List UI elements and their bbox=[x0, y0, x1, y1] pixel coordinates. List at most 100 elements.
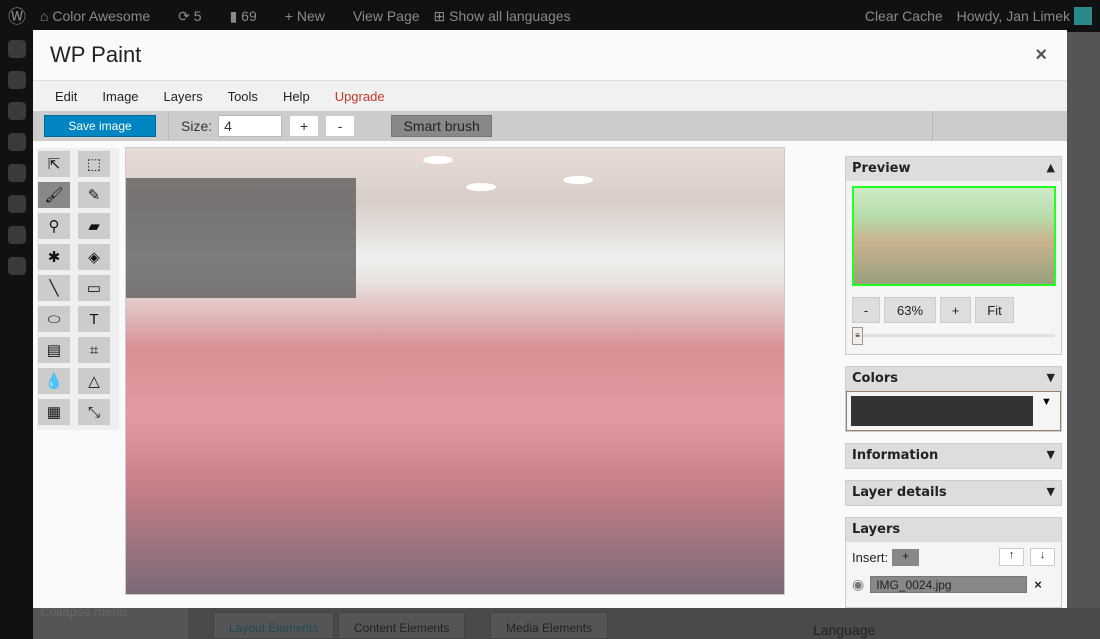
zoom-in-button[interactable]: + bbox=[940, 297, 971, 323]
menu-icon[interactable] bbox=[8, 164, 26, 182]
expand-down-icon: ▼ bbox=[1046, 371, 1055, 384]
clone-tool-icon[interactable]: ▦ bbox=[38, 399, 70, 425]
wordpress-logo-icon[interactable]: Ⓦ bbox=[8, 3, 26, 29]
colors-title: Colors bbox=[852, 371, 899, 386]
zoom-level[interactable]: 63% bbox=[884, 297, 936, 323]
tab-content-elements[interactable]: Content Elements bbox=[338, 612, 466, 639]
menu-bar: Edit Image Layers Tools Help Upgrade bbox=[33, 80, 1067, 111]
crop-tool-icon[interactable]: ⌗ bbox=[78, 337, 110, 363]
avatar[interactable] bbox=[1074, 7, 1092, 25]
information-box: Information ▼ bbox=[845, 443, 1062, 469]
close-icon[interactable]: × bbox=[1035, 44, 1047, 67]
layer-item[interactable]: IMG_0024.jpg bbox=[870, 576, 1028, 593]
slider-track bbox=[852, 334, 1055, 337]
save-image-button[interactable]: Save image bbox=[44, 115, 156, 137]
divider bbox=[168, 111, 169, 141]
fill-tool-icon[interactable]: ◈ bbox=[78, 244, 110, 270]
preview-title: Preview bbox=[852, 161, 911, 176]
menu-layers[interactable]: Layers bbox=[164, 89, 203, 104]
zoom-slider[interactable]: ≡ bbox=[852, 326, 1055, 346]
blur-tool-icon[interactable]: 💧 bbox=[38, 368, 70, 394]
menu-icon[interactable] bbox=[8, 226, 26, 244]
delete-layer-icon[interactable]: × bbox=[1034, 577, 1042, 592]
eye-icon[interactable]: ◉ bbox=[852, 576, 864, 593]
color-swatch[interactable] bbox=[851, 396, 1033, 426]
tab-layout-elements[interactable]: Layout Elements bbox=[213, 612, 335, 639]
menu-icon[interactable] bbox=[8, 133, 26, 151]
rectangle-tool-icon[interactable]: ▭ bbox=[78, 275, 110, 301]
menu-icon[interactable] bbox=[8, 102, 26, 120]
size-increase-button[interactable]: + bbox=[289, 115, 320, 137]
image-canvas[interactable] bbox=[125, 147, 785, 595]
size-input[interactable]: 4 bbox=[218, 115, 283, 137]
menu-icon[interactable] bbox=[8, 71, 26, 89]
text-tool-icon[interactable]: T bbox=[78, 306, 110, 332]
color-dropdown-icon[interactable]: ▼ bbox=[1041, 396, 1052, 426]
insert-layer-button[interactable]: + bbox=[892, 548, 920, 566]
language-label: Language bbox=[813, 622, 876, 638]
brush-tool-icon[interactable]: 🖌 bbox=[38, 182, 70, 208]
layer-details-header[interactable]: Layer details ▼ bbox=[846, 481, 1061, 505]
insert-label: Insert: bbox=[852, 549, 889, 565]
menu-help[interactable]: Help bbox=[283, 89, 310, 104]
layers-title: Layers bbox=[852, 522, 901, 537]
view-page-link[interactable]: View Page bbox=[353, 8, 420, 24]
colors-header[interactable]: Colors ▼ bbox=[846, 367, 1061, 391]
collapse-up-icon: ▲ bbox=[1046, 161, 1055, 174]
layers-box: Layers Insert: + ↑ ↓ ◉ IMG_0024.jpg × bbox=[845, 517, 1062, 608]
menu-icon[interactable] bbox=[8, 40, 26, 58]
admin-bar: Ⓦ ⌂ Color Awesome ⟳ 5 ▮ 69 + New View Pa… bbox=[0, 0, 1100, 32]
menu-icon[interactable] bbox=[8, 257, 26, 275]
preview-header[interactable]: Preview ▲ bbox=[846, 157, 1061, 181]
expand-down-icon: ▼ bbox=[1046, 448, 1055, 461]
erase-tool-icon[interactable]: ▰ bbox=[78, 213, 110, 239]
modal-title: WP Paint bbox=[50, 42, 142, 67]
select-rect-tool-icon[interactable]: ⬚ bbox=[78, 151, 110, 177]
fit-button[interactable]: Fit bbox=[975, 297, 1014, 323]
layers-header[interactable]: Layers bbox=[846, 518, 1061, 542]
menu-edit[interactable]: Edit bbox=[55, 89, 77, 104]
gradient-tool-icon[interactable]: ▤ bbox=[38, 337, 70, 363]
preview-thumbnail[interactable] bbox=[852, 186, 1056, 286]
pencil-tool-icon[interactable]: ✎ bbox=[78, 182, 110, 208]
site-name: Color Awesome bbox=[52, 8, 151, 24]
admin-sidebar bbox=[0, 32, 33, 639]
size-decrease-button[interactable]: - bbox=[325, 115, 356, 137]
sharpen-tool-icon[interactable]: △ bbox=[78, 368, 110, 394]
move-layer-down-button[interactable]: ↓ bbox=[1030, 548, 1055, 566]
move-layer-up-button[interactable]: ↑ bbox=[999, 548, 1024, 566]
howdy-link[interactable]: Howdy, Jan Limek bbox=[957, 8, 1070, 24]
ellipse-tool-icon[interactable]: ⬭ bbox=[38, 306, 70, 332]
comments-count: 69 bbox=[241, 7, 257, 24]
side-panel: Preview ▲ - 63% + Fit ≡ Colors ▼ ▼ Informa… bbox=[845, 156, 1062, 619]
information-title: Information bbox=[852, 448, 939, 463]
site-link[interactable]: ⌂ Color Awesome bbox=[40, 8, 164, 24]
line-tool-icon[interactable]: ╲ bbox=[38, 275, 70, 301]
menu-image[interactable]: Image bbox=[102, 89, 138, 104]
menu-tools[interactable]: Tools bbox=[228, 89, 258, 104]
new-link[interactable]: + New bbox=[285, 8, 339, 24]
slider-handle[interactable]: ≡ bbox=[852, 327, 863, 345]
menu-icon[interactable] bbox=[8, 195, 26, 213]
tools-panel: ⇱ ⬚ 🖌 ✎ ⚲ ▰ ✱ ◈ ╲ ▭ ⬭ T ▤ ⌗ 💧 △ ▦ ⤡ bbox=[37, 148, 119, 430]
updates-link[interactable]: ⟳ 5 bbox=[178, 8, 215, 25]
colors-box: Colors ▼ ▼ bbox=[845, 366, 1062, 432]
tab-media-elements[interactable]: Media Elements bbox=[490, 612, 609, 639]
magic-wand-tool-icon[interactable]: ✱ bbox=[38, 244, 70, 270]
divider bbox=[932, 111, 933, 141]
languages-link[interactable]: ⊞ Show all languages bbox=[434, 8, 585, 25]
resize-tool-icon[interactable]: ⤡ bbox=[78, 399, 110, 425]
select-tool-icon[interactable]: ⇱ bbox=[38, 151, 70, 177]
comments-link[interactable]: ▮ 69 bbox=[230, 8, 271, 25]
clear-cache-link[interactable]: Clear Cache bbox=[865, 8, 943, 24]
preview-box: Preview ▲ - 63% + Fit ≡ bbox=[845, 156, 1062, 355]
pick-color-tool-icon[interactable]: ⚲ bbox=[38, 213, 70, 239]
ceiling-light bbox=[563, 176, 593, 184]
zoom-out-button[interactable]: - bbox=[852, 297, 880, 323]
menu-upgrade[interactable]: Upgrade bbox=[335, 89, 385, 104]
layer-details-box: Layer details ▼ bbox=[845, 480, 1062, 506]
wp-paint-modal: WP Paint × Edit Image Layers Tools Help … bbox=[33, 30, 1067, 608]
smart-brush-button[interactable]: Smart brush bbox=[391, 115, 493, 137]
toolbar: Save image Size: 4 + - Smart brush bbox=[33, 111, 1067, 141]
information-header[interactable]: Information ▼ bbox=[846, 444, 1061, 468]
